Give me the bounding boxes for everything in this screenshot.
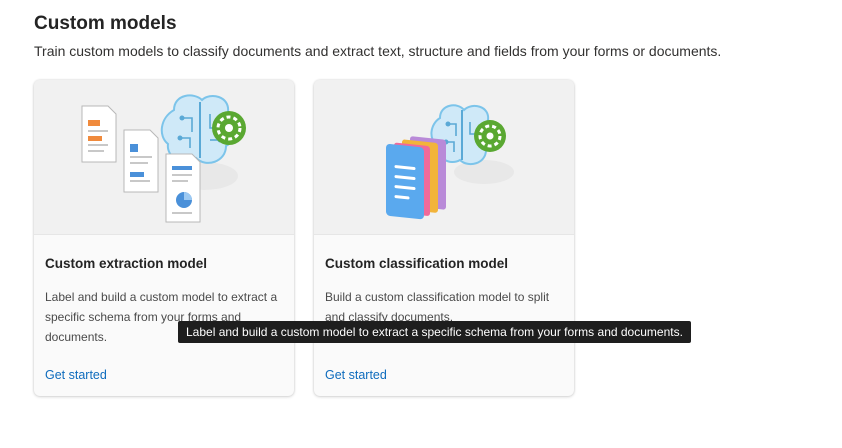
document-icon: [123, 129, 159, 193]
page-subtitle: Train custom models to classify document…: [34, 43, 722, 59]
classification-model-card[interactable]: Custom classification model Build a cust…: [314, 80, 574, 396]
get-started-link[interactable]: Get started: [325, 368, 387, 382]
description-tooltip: Label and build a custom model to extrac…: [178, 321, 691, 343]
extraction-model-illustration: [34, 80, 294, 235]
gear-icon: [212, 111, 246, 145]
document-icon: [165, 153, 201, 223]
gear-icon: [474, 120, 506, 152]
card-title: Custom extraction model: [45, 256, 208, 271]
get-started-link[interactable]: Get started: [45, 368, 107, 382]
card-title: Custom classification model: [325, 256, 509, 271]
extraction-model-card[interactable]: Custom extraction model Label and build …: [34, 80, 294, 396]
classification-model-illustration: [314, 80, 574, 235]
page-title: Custom models: [34, 13, 177, 34]
document-stack-icon: [386, 136, 446, 220]
document-icon: [81, 105, 117, 163]
